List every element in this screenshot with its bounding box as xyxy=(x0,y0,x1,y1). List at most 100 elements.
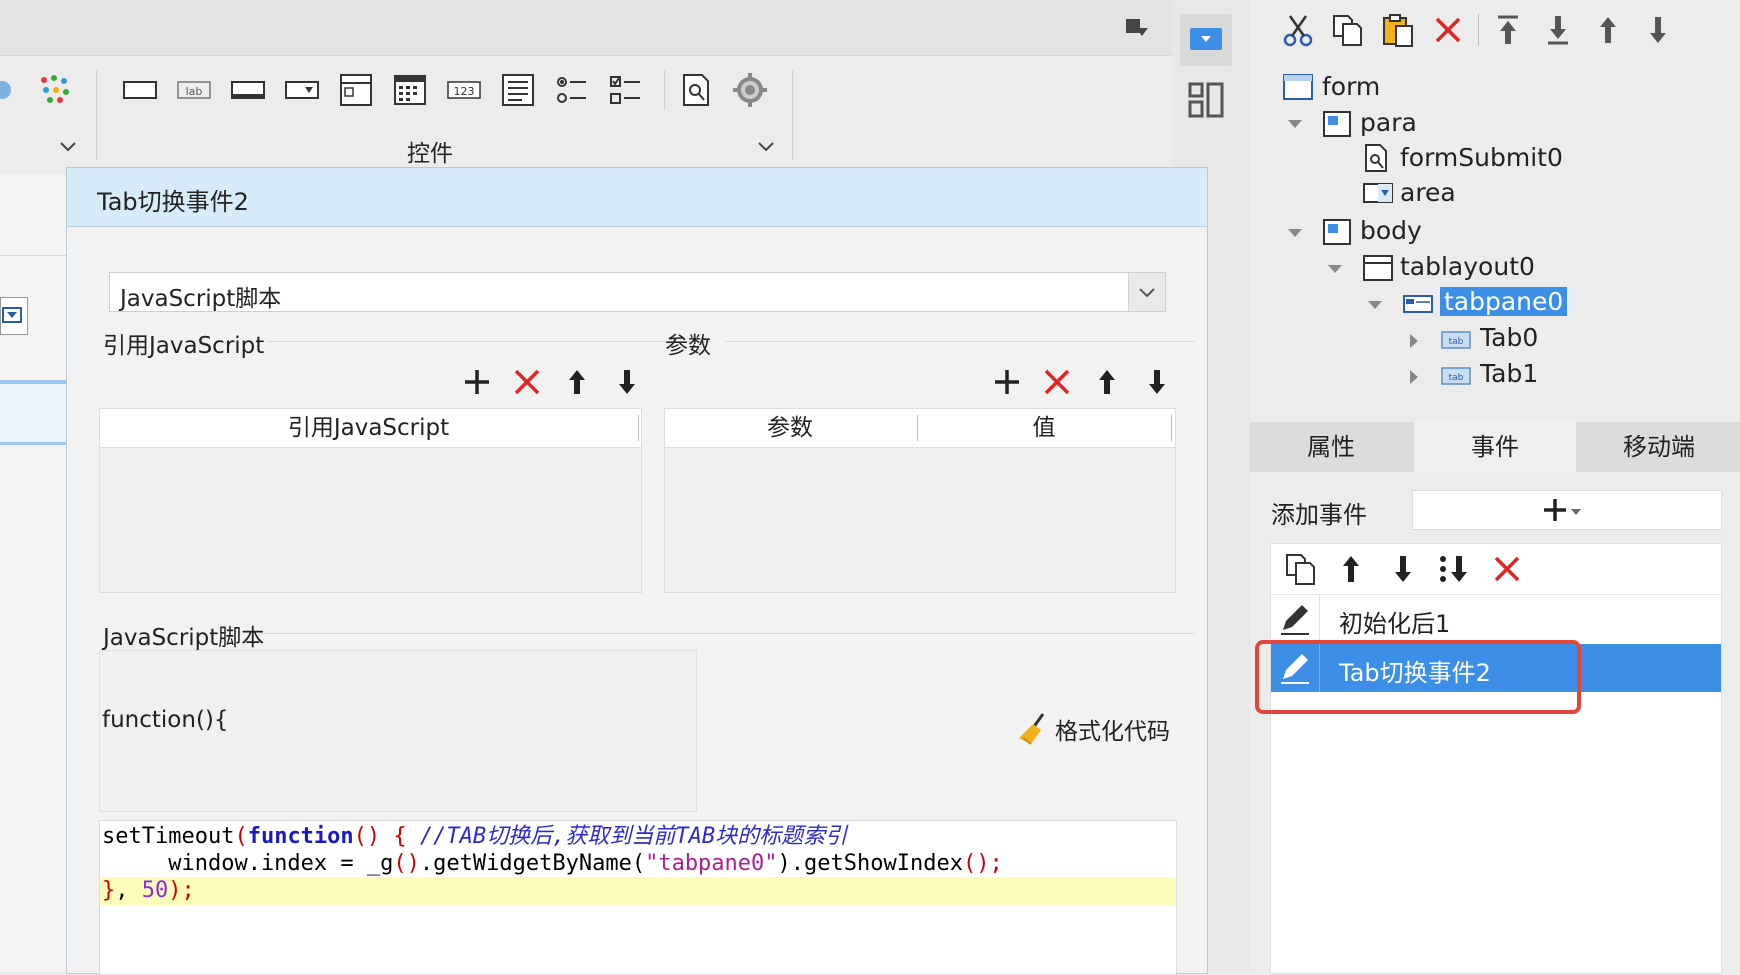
format-code-button[interactable]: 格式化代码 xyxy=(1055,712,1170,746)
move-bottom-icon[interactable] xyxy=(1540,12,1576,48)
delete-icon[interactable] xyxy=(1039,364,1075,400)
add-icon[interactable] xyxy=(989,364,1025,400)
partial-combobox[interactable] xyxy=(0,297,28,335)
paste-icon[interactable] xyxy=(1380,12,1416,48)
script-type-select[interactable]: JavaScript脚本 xyxy=(109,272,1166,312)
combobox-widget-icon[interactable] xyxy=(282,70,322,110)
dock-toggle-icon[interactable] xyxy=(1122,14,1152,44)
tree-node-tabpane-selected[interactable]: tabpane0 xyxy=(1440,287,1568,316)
code-token: () { xyxy=(353,824,420,849)
code-token: } xyxy=(102,878,116,903)
code-token: .getWidgetByName( xyxy=(419,851,646,876)
current-line-highlight xyxy=(100,877,1176,905)
move-up-icon[interactable] xyxy=(1089,364,1125,400)
expanded-arrow-icon[interactable] xyxy=(1286,224,1304,242)
move-up-icon[interactable] xyxy=(559,364,595,400)
move-down-icon[interactable] xyxy=(1385,551,1421,587)
collapsed-arrow-icon[interactable] xyxy=(1406,332,1422,350)
code-editor[interactable]: setTimeout(function() { //TAB切换后,获取到当前TA… xyxy=(99,820,1177,975)
partial-icon[interactable] xyxy=(0,70,14,110)
calendar-widget-icon[interactable] xyxy=(390,70,430,110)
tab-icon: tab xyxy=(1440,364,1472,388)
svg-text:tab: tab xyxy=(1449,337,1464,347)
tabpane-icon xyxy=(1402,292,1434,316)
chevron-down-icon[interactable] xyxy=(1128,273,1165,311)
delete-icon[interactable] xyxy=(1489,551,1525,587)
add-icon[interactable] xyxy=(459,364,495,400)
params-table[interactable]: 参数 值 xyxy=(664,408,1176,593)
divider xyxy=(0,255,66,256)
delete-icon[interactable] xyxy=(1430,12,1466,48)
tab-events[interactable]: 事件 xyxy=(1414,422,1576,472)
copy-icon[interactable] xyxy=(1283,551,1319,587)
tree-node-area[interactable]: area xyxy=(1400,178,1456,207)
event-item-label: 初始化后1 xyxy=(1339,610,1451,638)
add-event-dropdown[interactable] xyxy=(1412,490,1722,530)
dialog-title: Tab切换事件2 xyxy=(97,188,249,216)
delete-icon[interactable] xyxy=(509,364,545,400)
column-header-value[interactable]: 值 xyxy=(919,409,1169,447)
column-header-ref-js[interactable]: 引用JavaScript xyxy=(100,409,637,447)
copy-icon[interactable] xyxy=(1330,12,1366,48)
textarea-widget-icon[interactable] xyxy=(498,70,538,110)
broom-icon[interactable] xyxy=(1013,708,1053,748)
divider xyxy=(267,341,711,342)
js-script-section-title: JavaScript脚本 xyxy=(103,625,265,651)
label-widget-icon[interactable]: lab xyxy=(174,70,214,110)
tree-node-form[interactable]: form xyxy=(1322,72,1380,101)
function-header-box: function(){ xyxy=(99,650,697,812)
code-token: ).getShowIndex xyxy=(777,851,963,876)
canvas-region xyxy=(0,384,66,442)
checkbox-group-icon[interactable] xyxy=(606,70,646,110)
ref-js-table[interactable]: 引用JavaScript xyxy=(99,408,642,593)
expanded-arrow-icon[interactable] xyxy=(1286,115,1304,133)
query-widget-icon[interactable] xyxy=(676,70,716,110)
expanded-arrow-icon[interactable] xyxy=(1366,296,1384,314)
gear-icon[interactable] xyxy=(730,70,770,110)
frame-widget-icon[interactable] xyxy=(336,70,376,110)
tab-properties[interactable]: 属性 xyxy=(1250,422,1412,472)
move-down-icon[interactable] xyxy=(1139,364,1175,400)
cut-icon[interactable] xyxy=(1280,12,1316,48)
params-section-title: 参数 xyxy=(665,333,711,359)
radio-group-icon[interactable] xyxy=(552,70,592,110)
expanded-arrow-icon[interactable] xyxy=(1326,260,1344,278)
button-widget-icon[interactable] xyxy=(228,70,268,110)
tree-node-formsubmit[interactable]: formSubmit0 xyxy=(1400,143,1563,172)
textbox-widget-icon[interactable] xyxy=(120,70,160,110)
column-header-param[interactable]: 参数 xyxy=(665,409,915,447)
move-down-icon[interactable] xyxy=(1640,12,1676,48)
event-dialog: Tab切换事件2 JavaScript脚本 引用JavaScript 参数 引用… xyxy=(66,167,1208,975)
table-header: 参数 值 xyxy=(665,409,1175,448)
tree-node-tablayout[interactable]: tablayout0 xyxy=(1400,252,1535,281)
move-down-icon[interactable] xyxy=(609,364,645,400)
ref-js-section-title: 引用JavaScript xyxy=(103,333,265,359)
collapsed-arrow-icon[interactable] xyxy=(1406,368,1422,386)
code-comment: //TAB切换后,获取到当前TAB块的标题索引 xyxy=(419,824,848,849)
chevron-down-icon[interactable] xyxy=(56,134,80,158)
form-submit-icon xyxy=(1362,143,1390,173)
tree-node-tab0[interactable]: Tab0 xyxy=(1480,323,1538,352)
code-string: "tabpane0" xyxy=(645,851,778,876)
dialog-titlebar: Tab切换事件2 xyxy=(67,168,1207,227)
tree-node-para[interactable]: para xyxy=(1360,108,1417,137)
number-widget-icon[interactable]: 123 xyxy=(444,70,484,110)
column-divider xyxy=(917,415,918,441)
tree-node-body[interactable]: body xyxy=(1360,216,1422,245)
chevron-down-icon[interactable] xyxy=(754,134,778,158)
toolbar-separator xyxy=(664,70,665,110)
divider xyxy=(0,442,66,445)
sort-icon[interactable] xyxy=(1437,551,1473,587)
list-item[interactable]: 初始化后1 xyxy=(1271,594,1721,644)
move-up-icon[interactable] xyxy=(1590,12,1626,48)
code-token: function xyxy=(247,824,354,849)
code-token: ( xyxy=(234,824,248,849)
toolbar-separator xyxy=(792,70,793,160)
move-up-icon[interactable] xyxy=(1333,551,1369,587)
tree-node-tab1[interactable]: Tab1 xyxy=(1480,359,1538,388)
layout-panel-icon[interactable] xyxy=(1188,82,1224,118)
dropdown-panel-button[interactable] xyxy=(1180,14,1232,66)
move-top-icon[interactable] xyxy=(1490,12,1526,48)
tab-mobile[interactable]: 移动端 xyxy=(1578,422,1740,472)
sparkle-icon[interactable] xyxy=(36,72,72,108)
